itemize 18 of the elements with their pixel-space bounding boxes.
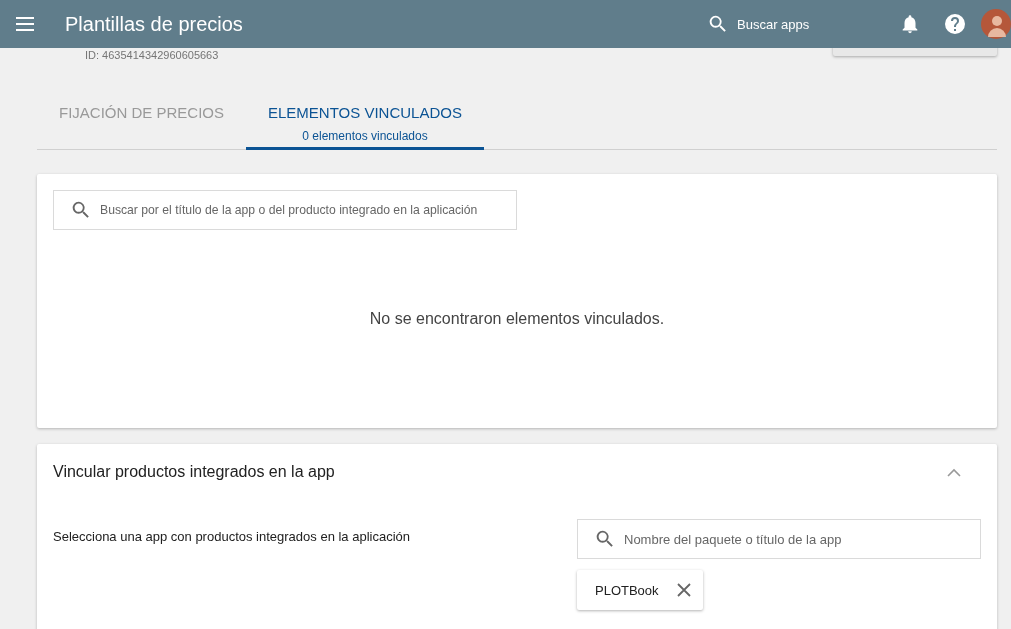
search-field[interactable]: Buscar apps <box>737 16 867 32</box>
search-field[interactable]: Buscar por el título de la app o del producto integrado en la aplicación <box>53 190 517 230</box>
avatar-icon[interactable] <box>981 9 1011 39</box>
chevron-up-icon[interactable] <box>947 467 961 477</box>
template-id: ID: 4635414342960605663 <box>85 49 220 62</box>
close-icon[interactable] <box>676 583 691 597</box>
section-title: Vincular productos integrados en la app <box>53 463 335 481</box>
search-icon <box>70 199 92 221</box>
search-icon <box>594 528 616 550</box>
search-icon <box>707 13 729 35</box>
chip-label: PLOTBook <box>595 582 659 598</box>
tab[interactable]: ELEMENTOS VINCULADOS 0 elementos vinculados <box>246 92 484 150</box>
menu-icon[interactable] <box>15 14 35 34</box>
empty-message: No se encontraron elementos vinculados. <box>368 310 666 328</box>
search-field[interactable]: Nombre del paquete o título de la app <box>577 519 981 559</box>
page-title: Plantillas de precios <box>65 12 244 36</box>
help-icon[interactable] <box>943 12 967 36</box>
field-label: Selecciona una app con productos integrados en la aplicación <box>53 529 411 546</box>
